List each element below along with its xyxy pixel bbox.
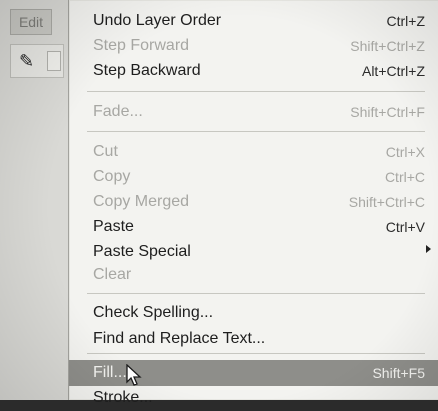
menu-item-label: Clear <box>93 266 132 283</box>
menu-item-label: Copy Merged <box>93 193 190 210</box>
menu-separator <box>87 353 425 354</box>
menu-item-check-spelling[interactable]: Check Spelling... <box>69 300 438 326</box>
menu-item-copy-merged[interactable]: Copy Merged Shift+Ctrl+C <box>69 189 438 215</box>
menu-item-clear[interactable]: Clear <box>69 262 438 288</box>
menu-item-undo-layer-order[interactable]: Undo Layer Order Ctrl+Z <box>69 8 438 34</box>
menu-item-copy[interactable]: Copy Ctrl+C <box>69 164 438 190</box>
menu-item-label: Cut <box>93 143 118 160</box>
menu-item-shortcut: Ctrl+C <box>384 169 425 185</box>
menu-separator <box>87 91 425 92</box>
menu-item-shortcut: Ctrl+V <box>385 219 425 235</box>
menu-item-shortcut: Shift+F5 <box>372 365 425 381</box>
menu-item-label: Undo Layer Order <box>93 12 222 29</box>
menu-item-fill[interactable]: Fill... Shift+F5 <box>69 360 438 386</box>
tool-slot[interactable] <box>47 51 61 71</box>
menu-item-shortcut: Shift+Ctrl+C <box>348 194 425 210</box>
menu-item-label: Fade... <box>93 103 143 120</box>
menubar-strip: Edit ✎ <box>0 0 69 400</box>
menu-item-find-and-replace-text[interactable]: Find and Replace Text... <box>69 326 438 352</box>
mouse-cursor-icon <box>126 364 142 386</box>
menu-item-stroke[interactable]: Stroke... <box>69 385 438 411</box>
menu-item-paste[interactable]: Paste Ctrl+V <box>69 214 438 240</box>
menu-item-fade[interactable]: Fade... Shift+Ctrl+F <box>69 99 438 125</box>
menu-item-label: Paste <box>93 218 134 235</box>
menu-separator <box>87 293 425 294</box>
menu-item-label: Step Backward <box>93 62 201 79</box>
edit-menu-label: Edit <box>18 14 44 30</box>
brush-icon[interactable]: ✎ <box>19 51 34 72</box>
menu-item-label: Step Forward <box>93 37 190 54</box>
menu-item-shortcut: Ctrl+X <box>385 144 425 160</box>
edit-dropdown-menu: Undo Layer Order Ctrl+Z Step Forward Shi… <box>68 0 438 406</box>
menu-item-shortcut: Alt+Ctrl+Z <box>361 63 425 79</box>
menu-separator <box>87 131 425 132</box>
menu-item-label: Copy <box>93 168 131 185</box>
menu-item-shortcut: Ctrl+Z <box>386 13 426 29</box>
tool-options-row: ✎ <box>10 44 64 78</box>
edit-menu-tab[interactable]: Edit <box>10 9 52 35</box>
menu-item-step-backward[interactable]: Step Backward Alt+Ctrl+Z <box>69 58 438 84</box>
menu-item-label: Paste Special <box>93 243 191 260</box>
submenu-arrow-icon <box>426 245 431 253</box>
menu-item-label: Stroke... <box>93 389 153 406</box>
menu-item-step-forward[interactable]: Step Forward Shift+Ctrl+Z <box>69 33 438 59</box>
menu-item-shortcut: Shift+Ctrl+Z <box>350 38 425 54</box>
menu-item-label: Find and Replace Text... <box>93 330 266 347</box>
menu-item-shortcut: Shift+Ctrl+F <box>350 104 425 120</box>
menu-item-label: Fill... <box>93 364 127 381</box>
menu-item-cut[interactable]: Cut Ctrl+X <box>69 139 438 165</box>
menu-item-label: Check Spelling... <box>93 304 214 321</box>
